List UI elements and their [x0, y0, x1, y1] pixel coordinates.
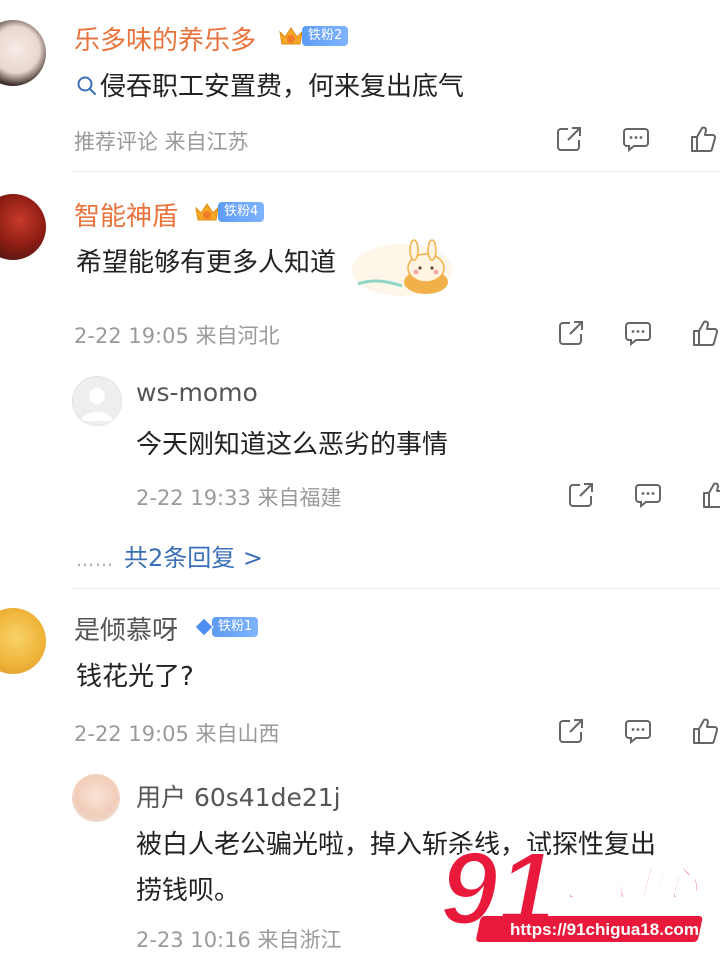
- share-button[interactable]: [566, 480, 596, 510]
- reply-button[interactable]: [621, 124, 651, 154]
- share-icon: [559, 321, 583, 345]
- diamond-icon: [194, 617, 214, 637]
- reply-text: 今天刚知道这么恶劣的事情: [136, 430, 449, 460]
- share-icon: [557, 127, 581, 151]
- username[interactable]: ws-momo: [136, 378, 258, 407]
- like-icon: [691, 126, 717, 152]
- share-button[interactable]: [556, 716, 586, 746]
- like-button[interactable]: [690, 716, 720, 746]
- watermark-brand: 吃瓜中心: [554, 864, 699, 905]
- share-icon: [559, 719, 583, 743]
- reply-meta: 2-23 10:16 来自浙江: [136, 928, 342, 952]
- comment-text: 希望能够有更多人知道: [76, 248, 337, 278]
- divider: [72, 588, 720, 589]
- avatar[interactable]: [0, 608, 46, 674]
- comment-meta: 2-22 19:05 来自山西: [74, 722, 280, 746]
- comment-meta: 2-22 19:05 来自河北: [74, 324, 280, 348]
- like-icon: [693, 320, 719, 346]
- comment-icon: [625, 322, 651, 347]
- badge-label: 铁粉4: [218, 202, 265, 222]
- like-icon: [693, 718, 719, 744]
- like-button[interactable]: [700, 480, 720, 510]
- fan-badge: 铁粉4: [194, 201, 265, 223]
- default-avatar-icon: [81, 388, 113, 421]
- avatar[interactable]: [0, 20, 46, 86]
- comment-icon: [635, 484, 661, 509]
- comment-icon: [625, 720, 651, 745]
- badge-label: 铁粉1: [212, 617, 259, 637]
- username[interactable]: 是倾慕呀: [74, 610, 178, 647]
- dots: ……: [76, 550, 114, 571]
- reply-meta: 2-22 19:33 来自福建: [136, 486, 342, 510]
- username[interactable]: 乐多味的养乐多: [74, 20, 256, 57]
- rabbit-sticker-icon: [352, 239, 452, 296]
- like-icon: [703, 482, 720, 508]
- crown-icon: [279, 27, 303, 45]
- username[interactable]: 智能神盾: [74, 196, 178, 233]
- more-replies-label[interactable]: 共2条回复 >: [124, 544, 263, 572]
- search-icon[interactable]: [76, 75, 98, 97]
- reply-button[interactable]: [623, 716, 653, 746]
- avatar[interactable]: [72, 376, 122, 426]
- fan-badge: 铁粉2: [278, 25, 349, 47]
- avatar[interactable]: [72, 774, 120, 822]
- watermark-logo: 91 吃瓜中心 https://91chigua18.com: [440, 836, 703, 949]
- comment-text: 侵吞职工安置费，何来复出底气: [76, 66, 464, 103]
- like-button[interactable]: [688, 124, 718, 154]
- badge-label: 铁粉2: [302, 26, 349, 46]
- username[interactable]: 用户 60s41de21j: [136, 778, 341, 814]
- share-button[interactable]: [556, 318, 586, 348]
- search-link-text[interactable]: 侵吞职工安置费，何来复出底气: [100, 72, 464, 102]
- crown-icon: [195, 203, 219, 221]
- avatar[interactable]: [0, 194, 46, 260]
- like-button[interactable]: [690, 318, 720, 348]
- comment-text: 钱花光了?: [76, 662, 194, 692]
- comment-meta: 推荐评论 来自江苏: [74, 130, 249, 154]
- watermark-url: https://91chigua18.com: [510, 920, 699, 939]
- fan-badge: 铁粉1: [194, 616, 259, 638]
- comment-icon: [623, 128, 649, 153]
- reply-text-line2: 捞钱呗。: [136, 876, 241, 906]
- view-more-replies-link[interactable]: …… 共2条回复 >: [76, 538, 263, 573]
- reply-button[interactable]: [633, 480, 663, 510]
- reply-button[interactable]: [623, 318, 653, 348]
- comment-item: 智能神盾 铁粉4 希望能够有更多人知道 2-22 19:05 来自河北 ws-m…: [0, 172, 720, 589]
- share-button[interactable]: [554, 124, 584, 154]
- comment-item: 乐多味的养乐多 铁粉2 侵吞职工安置费，何来复出底气 推荐评论 来自江苏: [0, 0, 720, 172]
- share-icon: [569, 483, 593, 507]
